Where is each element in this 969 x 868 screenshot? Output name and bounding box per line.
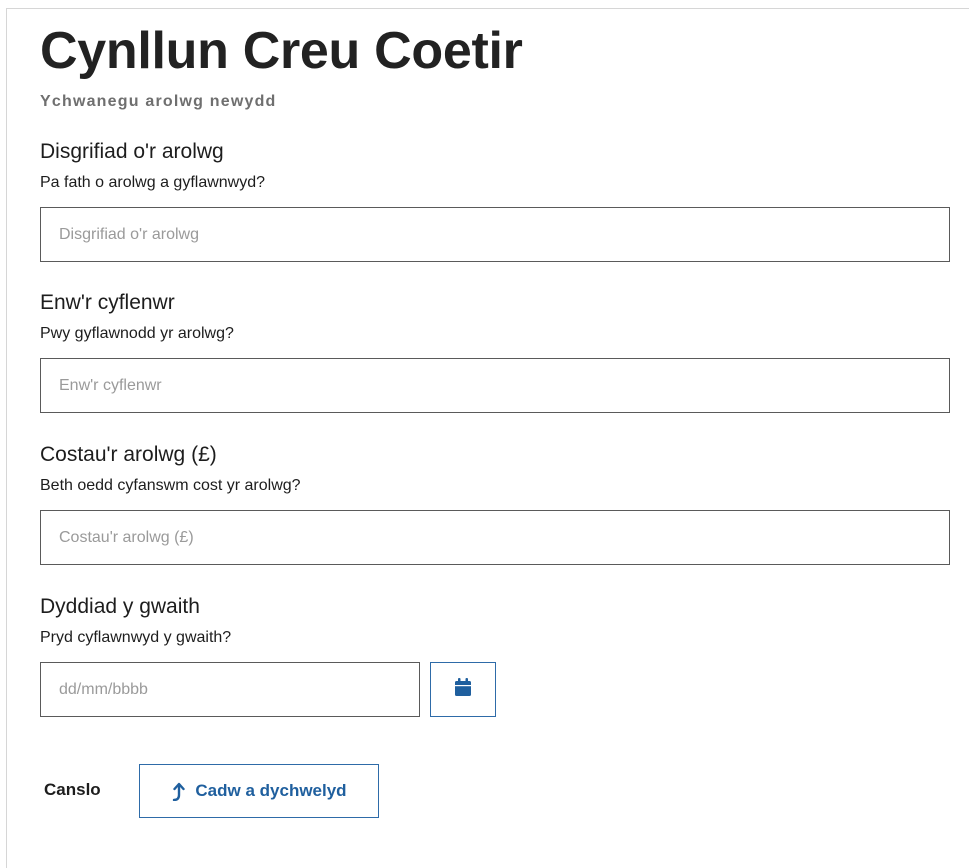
calendar-button[interactable] (430, 662, 496, 717)
date-field-group: Dyddiad y gwaith Pryd cyflawnwyd y gwait… (40, 595, 496, 717)
description-input[interactable] (40, 207, 950, 262)
contractor-field-group: Enw'r cyflenwr Pwy gyflawnodd yr arolwg? (40, 291, 950, 413)
date-input-row (40, 662, 496, 717)
contractor-hint: Pwy gyflawnodd yr arolwg? (40, 325, 234, 342)
cost-field-group: Costau'r arolwg (£) Beth oedd cyfanswm c… (40, 443, 950, 565)
date-label: Dyddiad y gwaith (40, 595, 200, 618)
cost-hint: Beth oedd cyfanswm cost yr arolwg? (40, 477, 301, 494)
description-label: Disgrifiad o'r arolwg (40, 140, 224, 163)
save-and-return-label: Cadw a dychwelyd (195, 781, 347, 800)
arrow-up-return-icon (171, 781, 186, 801)
contractor-input[interactable] (40, 358, 950, 413)
description-hint: Pa fath o arolwg a gyflawnwyd? (40, 174, 266, 191)
page-frame (6, 8, 969, 868)
cost-input[interactable] (40, 510, 950, 565)
contractor-label: Enw'r cyflenwr (40, 291, 175, 314)
date-hint: Pryd cyflawnwyd y gwaith? (40, 629, 232, 646)
page-subtitle: Ychwanegu arolwg newydd (40, 93, 277, 110)
cancel-link[interactable]: Canslo (44, 780, 101, 800)
cost-label: Costau'r arolwg (£) (40, 443, 217, 466)
page-title: Cynllun Creu Coetir (40, 22, 523, 80)
date-input[interactable] (40, 662, 420, 717)
save-and-return-button[interactable]: Cadw a dychwelyd (139, 764, 379, 818)
calendar-icon (455, 678, 471, 701)
description-field-group: Disgrifiad o'r arolwg Pa fath o arolwg a… (40, 140, 950, 262)
